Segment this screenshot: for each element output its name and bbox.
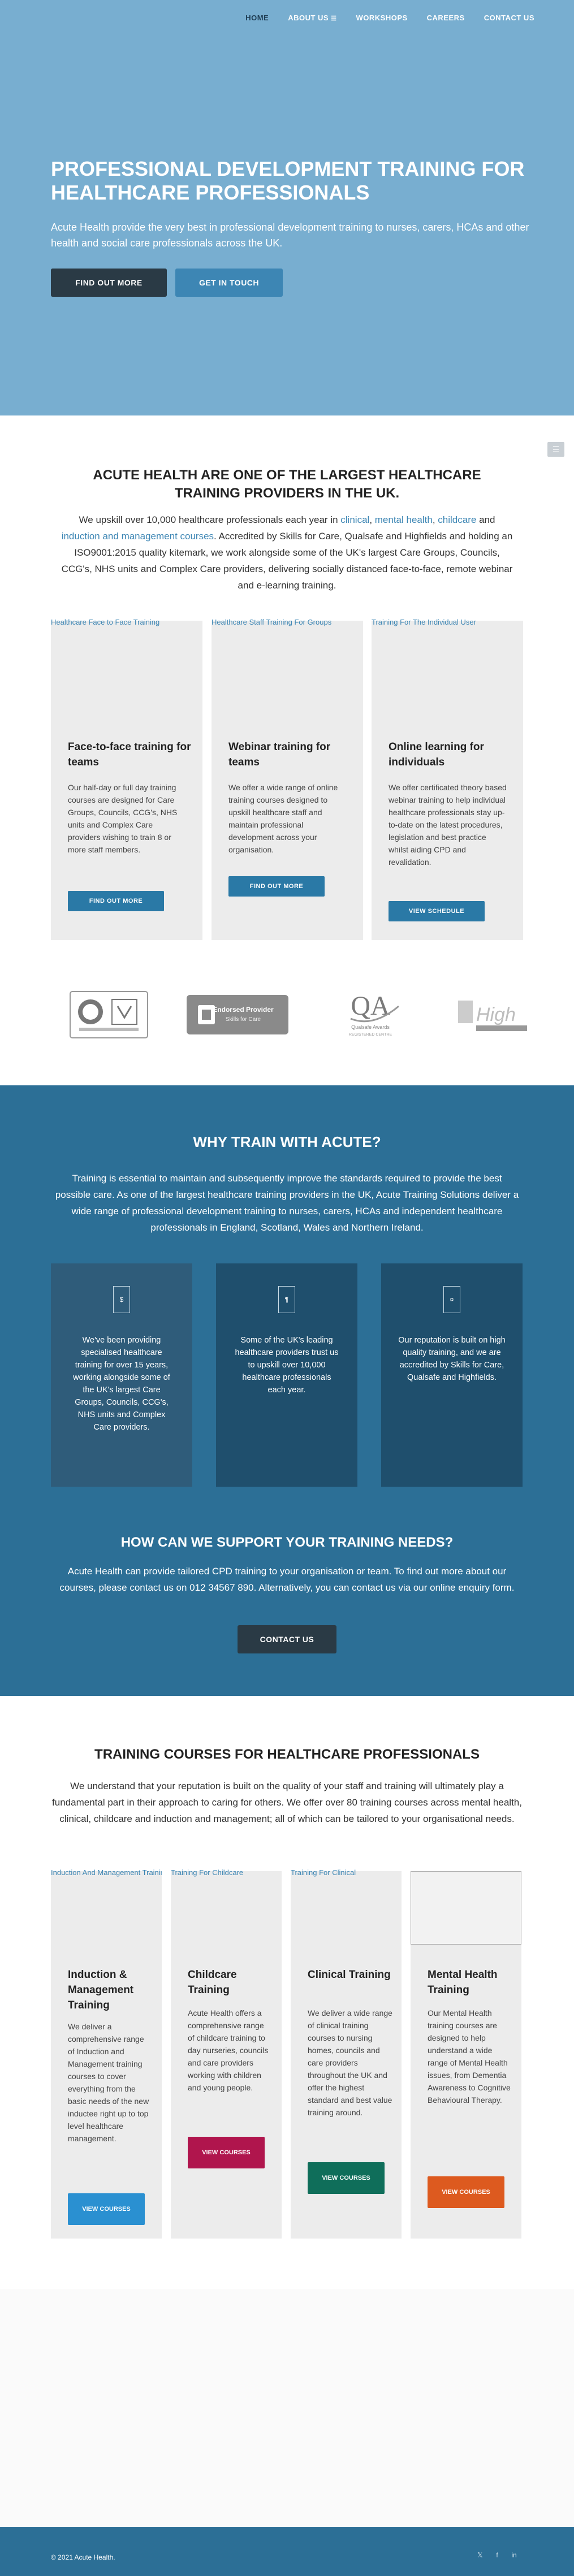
intro-title: ACUTE HEALTH ARE ONE OF THE LARGEST HEAL… (93, 467, 481, 501)
qa-logo-sub: Qualsafe Awards (351, 1024, 390, 1030)
nav-item-contact-us[interactable]: CONTACT US (484, 14, 534, 22)
highfield-logo: High (458, 1001, 527, 1031)
face-to-face-find-out-more-button[interactable]: FIND OUT MORE (68, 891, 164, 911)
facebook-icon[interactable]: f (492, 2550, 502, 2560)
twitter-icon[interactable]: 𝕏 (475, 2550, 485, 2560)
skills-for-care-logo: Endorsed Provider Skills for Care (187, 995, 288, 1034)
webinar-find-out-more-button[interactable]: FIND OUT MORE (228, 876, 325, 897)
why-title: WHY TRAIN WITH ACUTE? (193, 1133, 381, 1150)
chevron-down-icon: ☰ (331, 15, 337, 22)
why-text: Training is essential to maintain and su… (55, 1173, 519, 1233)
qa-logo-caption: REGISTERED CENTRE (349, 1033, 392, 1037)
nav-item-careers[interactable]: CAREERS (427, 14, 465, 22)
course-title: Clinical Training (308, 1969, 391, 1981)
training-card-webinar: Healthcare Staff Training For Groups Web… (212, 618, 363, 940)
footer (0, 2527, 574, 2576)
support-text: Acute Health can provide tailored CPD tr… (59, 1566, 515, 1593)
link-mental-health[interactable]: mental health (375, 514, 433, 525)
view-schedule-button[interactable]: VIEW SCHEDULE (389, 901, 485, 921)
contact-us-button[interactable]: CONTACT US (238, 1625, 336, 1653)
hero-title: PROFESSIONAL DEVELOPMENT TRAINING FOR HE… (51, 157, 525, 204)
course-text: We deliver a wide range of clinical trai… (308, 2008, 392, 2117)
highfield-logo-text: High (476, 1004, 516, 1025)
endorsed-logo-title: Endorsed Provider (213, 1006, 274, 1014)
card-text: We offer a wide range of online training… (228, 783, 338, 854)
find-out-more-button[interactable]: FIND OUT MORE (51, 269, 167, 297)
course-card-mental-health: Mental Health Training Our Mental Health… (411, 1871, 521, 2239)
nav-item-home[interactable]: HOME (245, 14, 269, 22)
training-card-face-to-face: Healthcare Face to Face Training Face-to… (51, 618, 202, 940)
course-card-induction: Induction And Management Training Induct… (51, 1868, 162, 2239)
link-induction-management[interactable]: induction and management courses (62, 531, 214, 542)
card-text: Our half-day or full day training course… (68, 783, 178, 854)
nav-list: HOME ABOUT US ☰ WORKSHOPS CAREERS CONTACT… (245, 14, 534, 22)
course-card-childcare: Training For Childcare Childcare Trainin… (171, 1868, 282, 2239)
course-title: Mental Health Training (428, 1969, 498, 1996)
hero-subtitle: Acute Health provide the very best in pr… (51, 222, 529, 249)
link-childcare[interactable]: childcare (438, 514, 476, 525)
scroll-top-icon[interactable]: ☰ (547, 442, 564, 457)
get-in-touch-button[interactable]: GET IN TOUCH (175, 269, 283, 297)
why-box-reputation: ¤ Our reputation is built on high qualit… (381, 1263, 523, 1487)
courses-title: TRAINING COURSES FOR HEALTHCARE PROFESSI… (94, 1747, 480, 1762)
card-title: Face-to-face training for teams (68, 741, 191, 768)
card-title: Webinar training for teams (228, 741, 331, 768)
qualsafe-logo: QA Qualsafe Awards REGISTERED CENTRE (349, 991, 399, 1037)
mental-health-view-courses-button[interactable]: VIEW COURSES (428, 2176, 504, 2208)
trust-icon: ¶ (278, 1286, 295, 1313)
card-image-alt: Training For The Individual User (372, 618, 476, 626)
page: HOME ABOUT US ☰ WORKSHOPS CAREERS CONTACT… (0, 0, 574, 2576)
course-title: Childcare Training (188, 1969, 237, 1996)
footer-copyright: © 2021 Acute Health. (51, 2553, 115, 2561)
card-image-alt: Healthcare Staff Training For Groups (212, 618, 332, 626)
intro-text-separator: , (369, 514, 375, 525)
intro-text-part: We upskill over 10,000 healthcare profes… (79, 514, 341, 525)
induction-view-courses-button[interactable]: VIEW COURSES (68, 2193, 145, 2225)
childcare-view-courses-button[interactable]: VIEW COURSES (188, 2137, 265, 2168)
card-image-alt: Healthcare Face to Face Training (51, 618, 160, 626)
card-title: Online learning for individuals (389, 741, 484, 768)
card-text: We offer certificated theory based webin… (389, 783, 507, 867)
card-image-alt: Training For Childcare (171, 1868, 244, 1877)
card-image-alt: Induction And Management Training (51, 1868, 162, 1877)
card-image-alt: Training For Clinical (291, 1868, 356, 1877)
intro-text: We upskill over 10,000 healthcare profes… (59, 512, 515, 594)
nav-item-workshops[interactable]: WORKSHOPS (356, 14, 407, 22)
why-box-text: Some of the UK's leading healthcare prov… (235, 1336, 339, 1395)
empty-section (0, 2289, 574, 2527)
endorsed-logo-sub: Skills for Care (226, 1016, 261, 1023)
why-box-text: Our reputation is built on high quality … (398, 1336, 506, 1382)
why-box-text: We've been providing specialised healthc… (73, 1336, 170, 1432)
top-navigation: HOME ABOUT US ☰ WORKSHOPS CAREERS CONTACT… (0, 0, 574, 40)
why-box-experience: $ We've been providing specialised healt… (51, 1263, 192, 1487)
reputation-icon: ¤ (443, 1286, 460, 1313)
experience-icon: $ (113, 1286, 130, 1313)
course-text: We deliver a comprehensive range of Indu… (68, 2022, 149, 2143)
nav-item-label: ABOUT US (288, 14, 329, 22)
hero-section (0, 0, 574, 415)
intro-text-separator: , (432, 514, 438, 525)
why-box-trust: ¶ Some of the UK's leading healthcare pr… (216, 1263, 357, 1487)
course-card-clinical: Training For Clinical Clinical Training … (291, 1868, 402, 2239)
intro-text-part: and (476, 514, 495, 525)
course-text: Our Mental Health training courses are d… (428, 2008, 511, 2105)
training-card-online: Training For The Individual User Online … (372, 618, 523, 940)
linkedin-icon[interactable]: in (509, 2550, 519, 2560)
courses-text: We understand that your reputation is bu… (52, 1781, 522, 1824)
accreditation-logos: Endorsed Provider Skills for Care QA Qua… (68, 984, 574, 1051)
course-image-placeholder (411, 1871, 521, 1945)
link-clinical[interactable]: clinical (340, 514, 369, 525)
clinical-view-courses-button[interactable]: VIEW COURSES (308, 2162, 385, 2194)
iso-ukas-logo (70, 991, 148, 1038)
support-title: HOW CAN WE SUPPORT YOUR TRAINING NEEDS? (120, 1535, 454, 1550)
course-text: Acute Health offers a comprehensive rang… (188, 2008, 269, 2092)
nav-item-about-us[interactable]: ABOUT US ☰ (288, 14, 336, 22)
course-title: Induction & Management Training (68, 1969, 134, 2011)
